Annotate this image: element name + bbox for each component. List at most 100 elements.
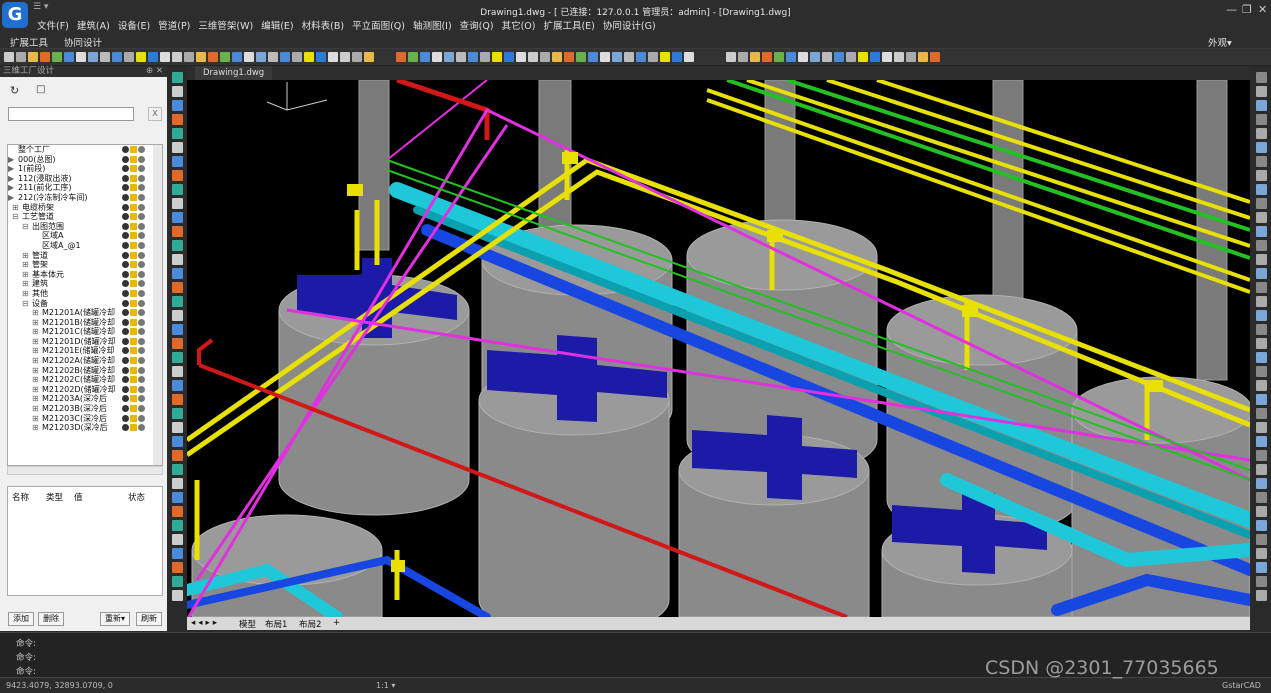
panel-pin-icon[interactable]: ⊕ ✕ bbox=[146, 66, 163, 77]
tree-toggle-icon[interactable]: ⊞ bbox=[22, 251, 29, 261]
vertical-tool-icon[interactable] bbox=[1256, 492, 1267, 503]
tree-toggle-icon[interactable]: ⊞ bbox=[32, 337, 39, 347]
menu-building[interactable]: 建筑(A) bbox=[73, 18, 114, 32]
vertical-tool-icon[interactable] bbox=[172, 72, 183, 83]
layer-icon[interactable] bbox=[138, 280, 145, 288]
layer-icon[interactable] bbox=[138, 222, 145, 230]
layer-icon[interactable] bbox=[138, 376, 145, 384]
visibility-icon[interactable] bbox=[122, 376, 129, 384]
vertical-tool-icon[interactable] bbox=[172, 100, 183, 111]
vertical-tool-icon[interactable] bbox=[1256, 520, 1267, 531]
vertical-tool-icon[interactable] bbox=[172, 254, 183, 265]
tool-icon[interactable]: □ bbox=[36, 84, 45, 95]
vertical-tool-icon[interactable] bbox=[1256, 268, 1267, 279]
command-input[interactable]: 命令: bbox=[16, 665, 36, 677]
toolbar-tool-icon[interactable] bbox=[292, 52, 302, 62]
toolbar-tool-icon[interactable] bbox=[408, 52, 418, 62]
tree-node[interactable]: ⊞ M21201A(储罐冷却 bbox=[8, 308, 162, 318]
lock-icon[interactable] bbox=[130, 280, 137, 288]
vertical-tool-icon[interactable] bbox=[172, 562, 183, 573]
layer-icon[interactable] bbox=[138, 328, 145, 336]
tree-node-status-icons[interactable] bbox=[122, 193, 148, 202]
lock-icon[interactable] bbox=[130, 222, 137, 230]
layer-icon[interactable] bbox=[138, 165, 145, 173]
tree-node-status-icons[interactable] bbox=[122, 165, 148, 173]
tree-node-status-icons[interactable] bbox=[122, 366, 148, 375]
toolbar-tool-icon[interactable] bbox=[76, 52, 86, 62]
delete-button[interactable]: 删除 bbox=[38, 612, 64, 626]
layer-icon[interactable] bbox=[138, 385, 145, 393]
tree-node-status-icons[interactable] bbox=[122, 146, 148, 154]
visibility-icon[interactable] bbox=[122, 146, 129, 153]
vertical-tool-icon[interactable] bbox=[172, 268, 183, 279]
tree-toggle-icon[interactable]: ⊟ bbox=[22, 222, 29, 232]
lock-icon[interactable] bbox=[130, 347, 137, 355]
tree-node[interactable]: ⊞ M21202C(储罐冷却 bbox=[8, 375, 162, 385]
toolbar-tool-icon[interactable] bbox=[564, 52, 574, 62]
visibility-icon[interactable] bbox=[122, 299, 129, 307]
tree-node-status-icons[interactable] bbox=[122, 328, 148, 336]
lock-icon[interactable] bbox=[130, 165, 137, 173]
lock-icon[interactable] bbox=[130, 213, 137, 221]
vertical-tool-icon[interactable] bbox=[172, 422, 183, 433]
tree-node[interactable]: ⊞ 管道 bbox=[8, 251, 162, 261]
toolbar-tool-icon[interactable] bbox=[468, 52, 478, 62]
toolbar-tool-icon[interactable] bbox=[352, 52, 362, 62]
lock-icon[interactable] bbox=[130, 309, 137, 317]
visibility-icon[interactable] bbox=[122, 213, 129, 221]
toolbar-tool-icon[interactable] bbox=[786, 52, 796, 62]
tab-ext-tools[interactable]: 扩展工具 bbox=[10, 35, 48, 49]
vertical-tool-icon[interactable] bbox=[172, 492, 183, 503]
tree-node-status-icons[interactable] bbox=[122, 155, 148, 164]
tree-node-status-icons[interactable] bbox=[122, 318, 148, 327]
visibility-icon[interactable] bbox=[122, 309, 129, 317]
tree-node[interactable]: ⊞ M21201C(储罐冷却 bbox=[8, 327, 162, 337]
vertical-tool-icon[interactable] bbox=[1256, 240, 1267, 251]
lock-icon[interactable] bbox=[130, 328, 137, 336]
tree-toggle-icon[interactable]: ⊞ bbox=[32, 423, 39, 433]
visibility-icon[interactable] bbox=[122, 165, 129, 173]
menu-edit[interactable]: 编辑(E) bbox=[257, 18, 297, 32]
toolbar-tool-icon[interactable] bbox=[124, 52, 134, 62]
tree-node[interactable]: ⊞ 建筑 bbox=[8, 279, 162, 289]
visibility-icon[interactable] bbox=[122, 318, 129, 326]
toolbar-tool-icon[interactable] bbox=[328, 52, 338, 62]
toolbar-tool-icon[interactable] bbox=[894, 52, 904, 62]
visibility-icon[interactable] bbox=[122, 337, 129, 345]
toolbar-tool-icon[interactable] bbox=[504, 52, 514, 62]
menu-equipment[interactable]: 设备(E) bbox=[114, 18, 154, 32]
tree-toggle-icon[interactable]: ⊞ bbox=[32, 318, 39, 328]
lock-icon[interactable] bbox=[130, 289, 137, 297]
vertical-tool-icon[interactable] bbox=[1256, 142, 1267, 153]
vertical-tool-icon[interactable] bbox=[172, 86, 183, 97]
tree-node[interactable]: 区域A bbox=[8, 231, 162, 241]
toolbar-tool-icon[interactable] bbox=[480, 52, 490, 62]
visibility-icon[interactable] bbox=[122, 222, 129, 230]
toolbar-tool-icon[interactable] bbox=[100, 52, 110, 62]
drawing-canvas[interactable] bbox=[187, 80, 1250, 617]
vertical-tool-icon[interactable] bbox=[1256, 226, 1267, 237]
toolbar-tool-icon[interactable] bbox=[268, 52, 278, 62]
toolbar-tool-icon[interactable] bbox=[444, 52, 454, 62]
toolbar-tool-icon[interactable] bbox=[64, 52, 74, 62]
tree-node[interactable]: ⊞ M21203D(深冷后 bbox=[8, 423, 162, 433]
tree-toggle-icon[interactable]: ⊞ bbox=[12, 203, 19, 213]
toolbar-tool-icon[interactable] bbox=[304, 52, 314, 62]
menu-query[interactable]: 查询(Q) bbox=[456, 18, 498, 32]
tree-toggle-icon[interactable]: ⊞ bbox=[32, 375, 39, 385]
tree-node-status-icons[interactable] bbox=[122, 395, 148, 403]
vertical-tool-icon[interactable] bbox=[1256, 352, 1267, 363]
layer-icon[interactable] bbox=[138, 270, 145, 278]
layer-icon[interactable] bbox=[138, 241, 145, 249]
tab-add-layout[interactable]: + bbox=[333, 618, 340, 628]
vertical-tool-icon[interactable] bbox=[172, 338, 183, 349]
vertical-tool-icon[interactable] bbox=[172, 366, 183, 377]
tree-toggle-icon[interactable]: ▶ bbox=[8, 164, 14, 174]
tree-toggle-icon[interactable]: ⊞ bbox=[32, 385, 39, 395]
vertical-tool-icon[interactable] bbox=[1256, 86, 1267, 97]
vertical-tool-icon[interactable] bbox=[1256, 282, 1267, 293]
annotation-scale[interactable]: 1:1 ▾ bbox=[376, 681, 395, 690]
tree-toggle-icon[interactable]: ⊞ bbox=[22, 260, 29, 270]
toolbar-tool-icon[interactable] bbox=[624, 52, 634, 62]
tree-node[interactable]: ⊟ 工艺管道 bbox=[8, 212, 162, 222]
